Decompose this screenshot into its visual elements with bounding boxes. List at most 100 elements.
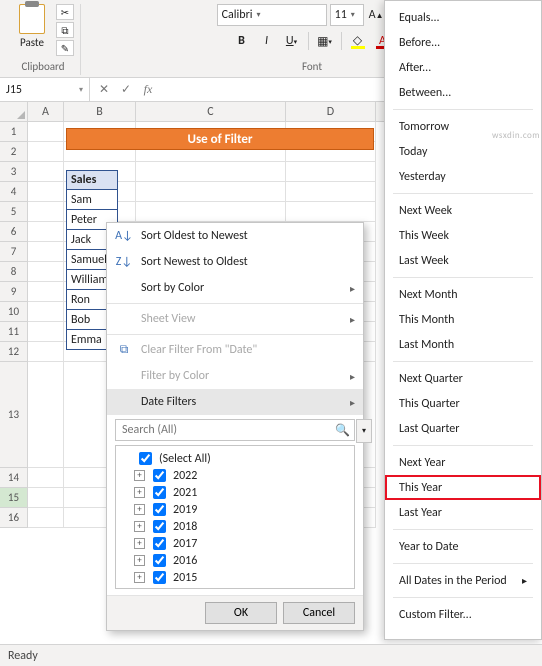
insert-function-button[interactable]: fx	[138, 82, 158, 97]
submenu-item[interactable]: Between...	[385, 80, 541, 105]
status-bar: Ready	[0, 644, 542, 666]
sort-oldest-newest[interactable]: A↓Sort Oldest to Newest	[107, 223, 363, 249]
chevron-right-icon: ▸	[522, 574, 527, 587]
font-name-combo[interactable]: Calibri▾	[217, 4, 327, 26]
row-header[interactable]: 1	[0, 122, 28, 142]
table-header[interactable]: Sales	[66, 170, 118, 190]
paste-icon	[19, 4, 45, 34]
row-header[interactable]: 15	[0, 488, 28, 508]
submenu-item[interactable]: Next Year	[385, 450, 541, 475]
underline-button[interactable]: U▾	[281, 30, 303, 52]
col-header[interactable]: B	[64, 102, 136, 121]
filter-tree[interactable]: (Select All) +2022+2021+2019+2018+2017+2…	[115, 445, 355, 589]
submenu-item[interactable]: Custom Filter...	[385, 602, 541, 627]
row-header[interactable]: 12	[0, 342, 28, 362]
submenu-item[interactable]: This Year	[385, 475, 541, 500]
submenu-all-dates-period[interactable]: All Dates in the Period▸	[385, 568, 541, 593]
expand-icon[interactable]: +	[134, 487, 145, 498]
expand-icon[interactable]: +	[134, 555, 145, 566]
row-header[interactable]: 13	[0, 362, 28, 468]
font-size-combo[interactable]: 11▾	[330, 4, 364, 26]
expand-icon[interactable]: +	[134, 470, 145, 481]
copy-button[interactable]: ⧉	[56, 22, 74, 38]
paste-button[interactable]: Paste	[12, 4, 52, 49]
submenu-item[interactable]: Year to Date	[385, 534, 541, 559]
col-header[interactable]: D	[286, 102, 376, 121]
row-header[interactable]: 14	[0, 468, 28, 488]
filter-search-input[interactable]	[120, 422, 335, 438]
row-header[interactable]: 11	[0, 322, 28, 342]
clipboard-group: Paste ✂ ⧉ ✎ Clipboard	[6, 4, 81, 75]
submenu-item[interactable]: Last Week	[385, 248, 541, 273]
submenu-item[interactable]: Last Year	[385, 500, 541, 525]
format-painter-button[interactable]: ✎	[56, 40, 74, 56]
col-header[interactable]: A	[28, 102, 64, 121]
chevron-down-icon: ▾	[351, 10, 355, 20]
filter-search[interactable]: 🔍 ▾	[115, 419, 355, 441]
clear-filter: ⧉Clear Filter From "Date"	[107, 337, 363, 363]
sheet-view: Sheet View▸	[107, 306, 363, 332]
expand-icon[interactable]: +	[134, 572, 145, 583]
cancel-button[interactable]: Cancel	[283, 602, 355, 624]
row-header[interactable]: 2	[0, 142, 28, 162]
row-header[interactable]: 16	[0, 508, 28, 528]
submenu-item[interactable]: Today	[385, 139, 541, 164]
fill-color-button[interactable]: ◇	[347, 30, 369, 52]
search-dropdown[interactable]: ▾	[356, 419, 372, 443]
chevron-down-icon: ▾	[257, 10, 261, 20]
expand-icon[interactable]: +	[134, 538, 145, 549]
submenu-item[interactable]: Before...	[385, 30, 541, 55]
watermark: wsxdin.com	[492, 130, 540, 141]
enter-formula-button[interactable]: ✓	[116, 82, 136, 97]
bold-button[interactable]: B	[231, 30, 253, 52]
date-filters[interactable]: Date Filters▸	[107, 389, 363, 415]
tree-year[interactable]: +2021	[134, 484, 350, 501]
submenu-item[interactable]: After...	[385, 55, 541, 80]
title-banner: Use of Filter	[66, 128, 374, 150]
row-header[interactable]: 7	[0, 242, 28, 262]
submenu-item[interactable]: Next Quarter	[385, 366, 541, 391]
row-header[interactable]: 3	[0, 162, 28, 182]
row-header[interactable]: 9	[0, 282, 28, 302]
sort-desc-icon: Z↓	[115, 255, 133, 269]
ok-button[interactable]: OK	[205, 602, 277, 624]
tree-year[interactable]: +2019	[134, 501, 350, 518]
cut-button[interactable]: ✂	[56, 4, 74, 20]
row-header[interactable]: 8	[0, 262, 28, 282]
expand-icon[interactable]: +	[134, 521, 145, 532]
search-icon: 🔍	[335, 423, 350, 438]
sort-by-color[interactable]: Sort by Color▸	[107, 275, 363, 301]
submenu-item[interactable]: Last Month	[385, 332, 541, 357]
tree-year[interactable]: +2017	[134, 535, 350, 552]
name-box[interactable]: J15▾	[0, 78, 90, 101]
clear-filter-icon: ⧉	[115, 343, 133, 357]
borders-button[interactable]: ▦▾	[314, 30, 336, 52]
tree-select-all[interactable]: (Select All)	[120, 450, 350, 467]
sort-newest-oldest[interactable]: Z↓Sort Newest to Oldest	[107, 249, 363, 275]
tree-year[interactable]: +2016	[134, 552, 350, 569]
tree-year[interactable]: +2022	[134, 467, 350, 484]
submenu-item[interactable]: Next Month	[385, 282, 541, 307]
increase-font-button[interactable]: A▲	[367, 8, 386, 22]
row-header[interactable]: 4	[0, 182, 28, 202]
submenu-item[interactable]: Yesterday	[385, 164, 541, 189]
row-header[interactable]: 10	[0, 302, 28, 322]
submenu-item[interactable]: Next Week	[385, 198, 541, 223]
submenu-item[interactable]: Equals...	[385, 5, 541, 30]
tree-year[interactable]: +2018	[134, 518, 350, 535]
submenu-item[interactable]: This Month	[385, 307, 541, 332]
cancel-formula-button[interactable]: ✕	[94, 82, 114, 97]
row-header[interactable]: 6	[0, 222, 28, 242]
submenu-item[interactable]: Last Quarter	[385, 416, 541, 441]
col-header[interactable]: C	[136, 102, 286, 121]
chevron-right-icon: ▸	[350, 396, 355, 409]
tree-year[interactable]: +2015	[134, 569, 350, 586]
select-all-corner[interactable]	[0, 102, 28, 121]
expand-icon[interactable]: +	[134, 504, 145, 515]
clipboard-label: Clipboard	[12, 58, 74, 73]
table-row[interactable]: Sam	[66, 190, 118, 210]
row-header[interactable]: 5	[0, 202, 28, 222]
submenu-item[interactable]: This Quarter	[385, 391, 541, 416]
italic-button[interactable]: I	[256, 30, 278, 52]
submenu-item[interactable]: This Week	[385, 223, 541, 248]
